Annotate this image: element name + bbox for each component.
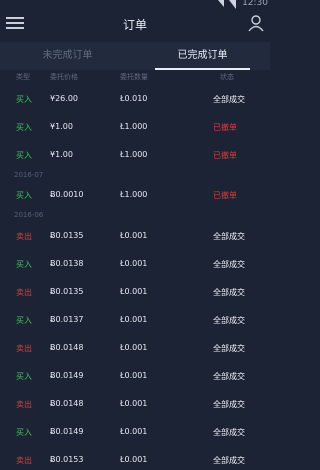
order-amount: Ł1.000 [120,150,148,159]
page-title: 订单 [122,18,147,32]
order-amount: Ł1.000 [120,190,148,199]
col-amount: 委托数量 [120,73,148,81]
order-amount: Ł0.001 [120,259,148,268]
order-type: 卖出 [16,232,32,241]
order-status: 全部成交 [213,288,245,297]
tab-open-orders[interactable]: 未完成订单 [0,42,135,70]
order-tabs: 未完成订单 已完成订单 [0,42,270,70]
order-type: 买入 [16,428,32,437]
status-bar: 12:30 [0,0,270,10]
order-status: 全部成交 [213,260,245,269]
col-type: 类型 [16,73,30,81]
order-type: 卖出 [16,288,32,297]
order-type: 买入 [16,191,32,200]
order-price: Ƀ0.0149 [50,371,84,380]
order-type: 卖出 [16,400,32,409]
order-price: Ƀ0.0149 [50,427,84,436]
tab-completed-orders[interactable]: 已完成订单 [135,42,270,70]
order-row[interactable]: 卖出 Ƀ0.0135 Ł0.001 全部成交 [0,228,270,246]
order-type: 买入 [16,316,32,325]
order-price: ¥1.00 [50,122,73,131]
order-row[interactable]: 卖出 Ƀ0.0153 Ł0.001 全部成交 [0,452,270,470]
order-row[interactable]: 买入 Ƀ0.0149 Ł0.001 全部成交 [0,424,270,442]
order-row[interactable]: 买入 ¥1.00 Ł1.000 已撤单 [0,119,270,137]
order-status: 全部成交 [213,95,245,104]
order-type: 买入 [16,95,32,104]
order-row[interactable]: 买入 Ƀ0.0010 Ł1.000 已撤单 [0,187,270,205]
order-type: 买入 [16,260,32,269]
order-price: Ƀ0.0137 [50,315,84,324]
order-status: 全部成交 [213,372,245,381]
order-amount: Ł0.001 [120,399,148,408]
order-amount: Ł0.001 [120,371,148,380]
order-price: ¥26.00 [50,94,78,103]
order-row[interactable]: 买入 Ƀ0.0149 Ł0.001 全部成交 [0,368,270,386]
order-amount: Ł0.001 [120,315,148,324]
order-price: Ƀ0.0148 [50,343,84,352]
order-amount: Ł0.010 [120,94,148,103]
order-status: 已撤单 [213,151,237,160]
table-header: 类型 委托价格 委托数量 状态 [0,72,270,84]
order-status: 已撤单 [213,123,237,132]
order-row[interactable]: 卖出 Ƀ0.0148 Ł0.001 全部成交 [0,396,270,414]
order-row[interactable]: 卖出 Ƀ0.0135 Ł0.001 全部成交 [0,284,270,302]
order-price: Ƀ0.0135 [50,231,84,240]
order-status: 全部成交 [213,400,245,409]
order-type: 买入 [16,372,32,381]
order-row[interactable]: 卖出 Ƀ0.0148 Ł0.001 全部成交 [0,340,270,358]
order-type: 卖出 [16,344,32,353]
order-amount: Ł0.001 [120,287,148,296]
col-status: 状态 [220,73,234,81]
signal-icon [229,0,236,9]
order-amount: Ł0.001 [120,427,148,436]
order-row[interactable]: 买入 Ƀ0.0138 Ł0.001 全部成交 [0,256,270,274]
order-amount: Ł1.000 [120,122,148,131]
order-status: 全部成交 [213,344,245,353]
order-status: 全部成交 [213,316,245,325]
order-price: Ƀ0.0153 [50,455,84,464]
order-status: 全部成交 [213,456,245,465]
wifi-icon [218,0,224,7]
order-row[interactable]: 买入 ¥1.00 Ł1.000 已撤单 [0,147,270,165]
order-amount: Ł0.001 [120,231,148,240]
col-price: 委托价格 [50,73,78,81]
order-row[interactable]: 买入 ¥26.00 Ł0.010 全部成交 [0,91,270,109]
order-status: 已撤单 [213,191,237,200]
order-price: Ƀ0.0148 [50,399,84,408]
order-status: 全部成交 [213,428,245,437]
order-price: ¥1.00 [50,150,73,159]
app-header: 订单 [0,10,270,40]
order-status: 全部成交 [213,232,245,241]
order-price: Ƀ0.0138 [50,259,84,268]
status-time: 12:30 [242,0,268,8]
order-price: Ƀ0.0010 [50,190,84,199]
order-amount: Ł0.001 [120,343,148,352]
order-amount: Ł0.001 [120,455,148,464]
section-date: 2016-07 [14,171,44,179]
order-row[interactable]: 买入 Ƀ0.0137 Ł0.001 全部成交 [0,312,270,330]
section-date: 2016-06 [14,211,44,219]
user-icon[interactable] [248,14,264,32]
order-price: Ƀ0.0135 [50,287,84,296]
order-type: 卖出 [16,456,32,465]
order-type: 买入 [16,151,32,160]
order-type: 买入 [16,123,32,132]
